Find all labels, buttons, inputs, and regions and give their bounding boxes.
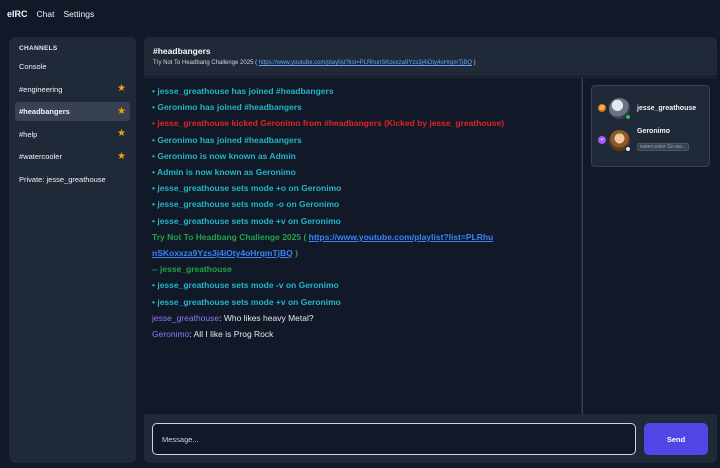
sidebar-item-console[interactable]: Console: [15, 57, 130, 76]
message-nick[interactable]: Geronimo: [152, 329, 189, 339]
system-message: • jesse_greathouse has joined #headbange…: [152, 86, 334, 96]
topic-message-prefix: Try Not To Headbang Challenge 2025 (: [152, 231, 309, 242]
topic-setter: -- jesse_greathouse: [152, 264, 232, 275]
sidebar-item-headbangers[interactable]: #headbangers ★: [15, 102, 130, 121]
user-list: @ jesse_greathouse + Geronimo watercoole…: [591, 85, 710, 167]
userlist-pane: @ jesse_greathouse + Geronimo watercoole…: [582, 78, 717, 414]
system-message: • jesse_greathouse sets mode +v on Geron…: [152, 296, 341, 307]
top-menubar: eIRC Chat Settings: [0, 0, 720, 28]
send-button[interactable]: Send: [644, 423, 708, 455]
message-composer: Send: [144, 414, 717, 463]
away-status-icon: [625, 145, 631, 152]
topic-link[interactable]: https://www.youtube.com/playlist?list=PL…: [259, 60, 472, 66]
sidebar-item-label: #engineering: [19, 84, 63, 94]
sidebar-item-engineering[interactable]: #engineering ★: [15, 80, 130, 99]
online-status-icon: [625, 113, 631, 120]
system-message: • Admin is now known as Geronimo: [152, 167, 296, 178]
voice-badge-icon: +: [598, 136, 606, 144]
avatar: [609, 97, 631, 120]
sidebar-item-label: #help: [19, 129, 38, 139]
app-title: eIRC: [7, 9, 28, 19]
sidebar-item-label: #watercooler: [19, 152, 62, 161]
system-message: • jesse_greathouse sets mode -o on Geron…: [152, 199, 340, 210]
topic-prefix: Try Not To Headbang Challenge 2025 (: [153, 60, 259, 66]
channels-heading: CHANNELS: [19, 45, 58, 52]
sidebar-item-watercooler[interactable]: #watercooler ★: [15, 147, 130, 166]
topic-message-suffix: ): [292, 248, 298, 259]
user-info: Geronimo watercooler Go aw...: [637, 128, 689, 153]
system-message: • jesse_greathouse sets mode +o on Geron…: [152, 183, 342, 194]
chat-panel: #headbangers Try Not To Headbang Challen…: [144, 37, 717, 463]
user-name: Geronimo: [637, 127, 671, 135]
channel-sidebar: CHANNELS Console #engineering ★ #headban…: [9, 37, 136, 463]
message-input[interactable]: [152, 423, 636, 455]
system-message: • jesse_greathouse sets mode +v on Geron…: [152, 215, 341, 226]
channel-name: #headbangers: [153, 46, 211, 56]
channel-header: #headbangers Try Not To Headbang Challen…: [144, 37, 717, 77]
star-icon[interactable]: ★: [117, 84, 126, 94]
sidebar-item-help[interactable]: #help ★: [15, 125, 130, 144]
message-text: : All I like is Prog Rock: [189, 329, 274, 340]
avatar: [609, 129, 631, 152]
sidebar-item-label: Console: [19, 62, 47, 71]
sidebar-item-label: Private: jesse_greathouse: [19, 174, 106, 184]
topic-suffix: ): [472, 60, 476, 66]
user-item-jesse[interactable]: @ jesse_greathouse: [598, 92, 703, 124]
channel-topic: Try Not To Headbang Challenge 2025 ( htt…: [153, 60, 708, 66]
chat-message: jesse_greathouse: Who likes heavy Metal?: [152, 310, 573, 326]
sidebar-item-private-jesse[interactable]: Private: jesse_greathouse: [15, 170, 130, 189]
star-icon[interactable]: ★: [117, 106, 126, 117]
kick-message: • jesse_greathouse kicked Geronimo from …: [152, 118, 505, 129]
user-name: jesse_greathouse: [637, 104, 697, 112]
message-log[interactable]: • jesse_greathouse has joined #headbange…: [144, 78, 581, 414]
system-message: • jesse_greathouse sets mode -v on Geron…: [152, 280, 339, 291]
system-message: • Geronimo is now known as Admin: [152, 150, 296, 161]
chat-message: Geronimo: All I like is Prog Rock: [152, 326, 573, 342]
menu-chat[interactable]: Chat: [37, 9, 55, 19]
operator-badge-icon: @: [598, 104, 606, 112]
menu-settings[interactable]: Settings: [63, 9, 94, 19]
system-message: • Geronimo has joined #headbangers: [152, 102, 302, 113]
sidebar-item-label: #headbangers: [19, 107, 70, 116]
message-text: : Who likes heavy Metal?: [219, 312, 314, 323]
message-nick[interactable]: jesse_greathouse: [152, 313, 219, 323]
away-message: watercooler Go aw...: [637, 142, 689, 151]
user-item-geronimo[interactable]: + Geronimo watercooler Go aw...: [598, 124, 703, 156]
star-icon[interactable]: ★: [117, 129, 126, 139]
topic-message: Try Not To Headbang Challenge 2025 ( htt…: [152, 229, 497, 261]
system-message: • Geronimo has joined #headbangers: [152, 134, 302, 145]
star-icon[interactable]: ★: [117, 151, 126, 162]
